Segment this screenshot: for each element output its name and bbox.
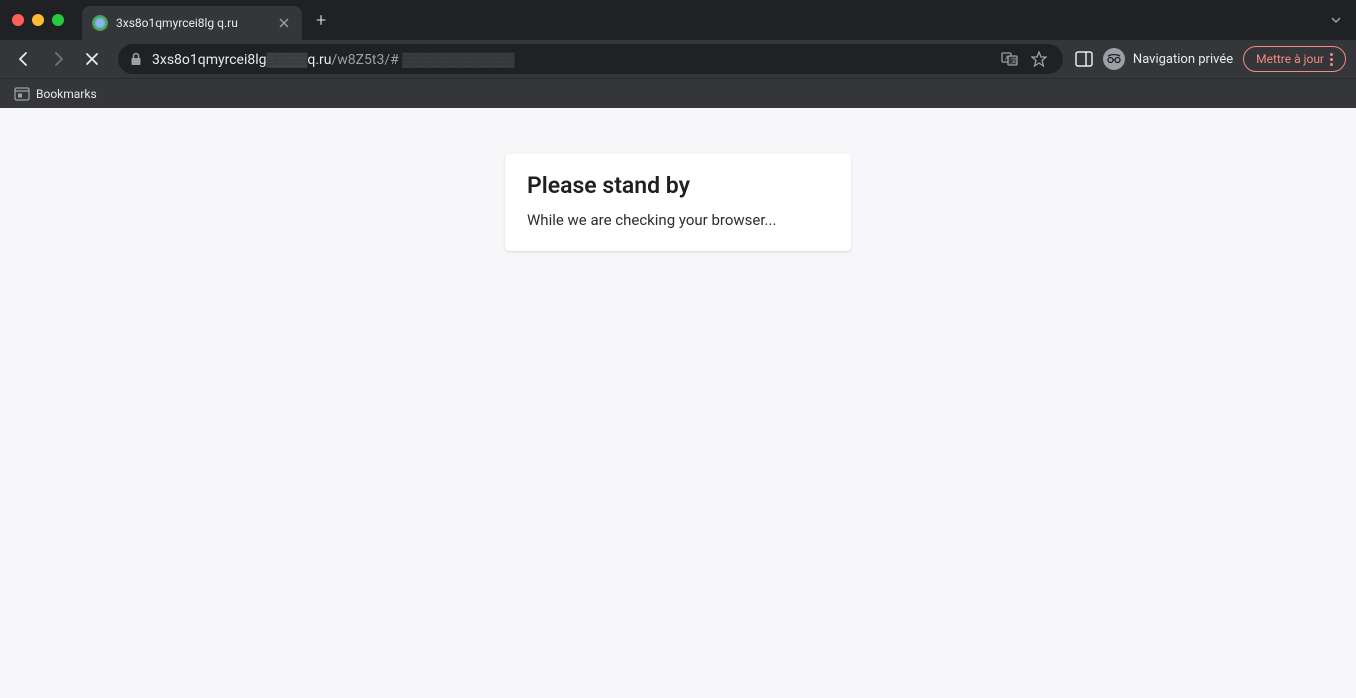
tab-bar: 3xs8o1qmyrcei8lg q.ru + (0, 0, 1356, 40)
url-mid: q.ru (307, 52, 331, 68)
side-panel-icon[interactable] (1075, 51, 1093, 67)
svg-text:文: 文 (1011, 57, 1017, 65)
standby-card: Please stand by While we are checking yo… (505, 154, 851, 251)
incognito-label: Navigation privée (1133, 52, 1233, 67)
new-tab-button[interactable]: + (302, 10, 340, 31)
window-controls (8, 14, 74, 26)
incognito-badge: Navigation privée (1103, 48, 1233, 70)
bookmark-star-icon[interactable] (1031, 51, 1051, 67)
bookmarks-bar: Bookmarks (0, 78, 1356, 108)
tab-title: 3xs8o1qmyrcei8lg q.ru (116, 16, 268, 30)
lock-icon (130, 52, 142, 66)
card-message: While we are checking your browser... (527, 211, 829, 229)
favicon-icon (92, 15, 108, 31)
svg-text:A: A (1005, 55, 1009, 62)
browser-chrome: 3xs8o1qmyrcei8lg q.ru + 3xs8o1qmyrcei8lg… (0, 0, 1356, 108)
window-close-button[interactable] (12, 14, 24, 26)
incognito-icon (1103, 48, 1125, 70)
update-button[interactable]: Mettre à jour (1243, 46, 1346, 72)
page-content: Please stand by While we are checking yo… (0, 108, 1356, 698)
stop-reload-button[interactable] (78, 45, 106, 73)
toolbar: 3xs8o1qmyrcei8lg▓▓▓▓q.ru/w8Z5t3/# ▓▓▓▓▓▓… (0, 40, 1356, 78)
url-host: 3xs8o1qmyrcei8lg (152, 52, 267, 68)
bookmarks-folder-icon (14, 87, 30, 101)
forward-button[interactable] (44, 45, 72, 73)
update-label: Mettre à jour (1256, 52, 1324, 66)
card-title: Please stand by (527, 172, 829, 199)
toolbar-right: Navigation privée Mettre à jour (1075, 46, 1346, 72)
window-minimize-button[interactable] (32, 14, 44, 26)
menu-dots-icon (1330, 53, 1333, 66)
window-maximize-button[interactable] (52, 14, 64, 26)
close-tab-button[interactable] (276, 15, 292, 31)
browser-tab[interactable]: 3xs8o1qmyrcei8lg q.ru (82, 6, 302, 40)
translate-icon[interactable]: A文 (1001, 50, 1021, 68)
tabs-dropdown-button[interactable] (1316, 14, 1356, 26)
bookmarks-folder[interactable]: Bookmarks (14, 87, 97, 101)
back-button[interactable] (10, 45, 38, 73)
address-bar[interactable]: 3xs8o1qmyrcei8lg▓▓▓▓q.ru/w8Z5t3/# ▓▓▓▓▓▓… (118, 44, 1063, 74)
bookmarks-label: Bookmarks (36, 87, 97, 101)
url-text: 3xs8o1qmyrcei8lg▓▓▓▓q.ru/w8Z5t3/# ▓▓▓▓▓▓… (152, 51, 991, 68)
url-path: /w8Z5t3/# (331, 52, 398, 68)
